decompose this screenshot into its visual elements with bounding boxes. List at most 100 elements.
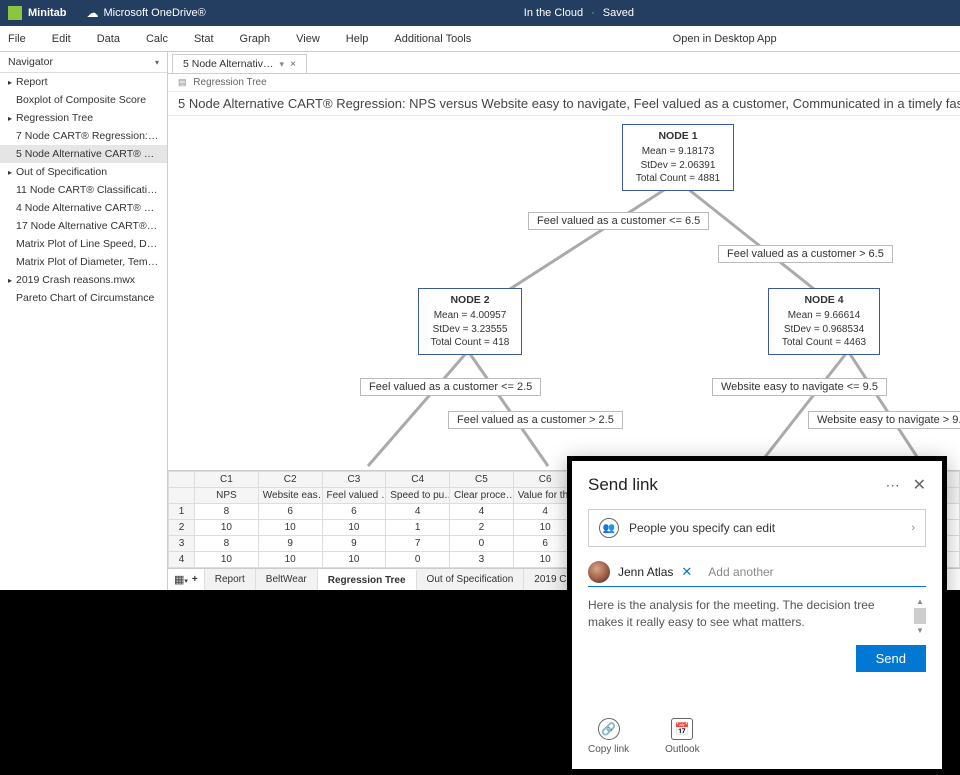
document-tab[interactable]: 5 Node Alternativ… ▾ × — [172, 54, 307, 73]
menu-view[interactable]: View — [296, 33, 320, 45]
column-header[interactable]: C4 — [386, 472, 450, 488]
cell[interactable]: 4 — [450, 504, 514, 520]
menu-help[interactable]: Help — [346, 33, 369, 45]
scroll-down-icon[interactable]: ▼ — [916, 626, 924, 635]
cell[interactable]: 2 — [450, 520, 514, 536]
cell[interactable]: 3 — [450, 552, 514, 568]
link-icon: 🔗 — [598, 718, 620, 740]
column-name[interactable]: Website eas… — [258, 488, 322, 504]
tree-node-1[interactable]: NODE 1 Mean = 9.18173 StDev = 2.06391 To… — [622, 124, 734, 191]
add-recipient-placeholder[interactable]: Add another — [708, 565, 773, 579]
sheet-tab-out-of-spec[interactable]: Out of Specification — [417, 569, 525, 590]
node-stdev: StDev = 2.06391 — [629, 159, 727, 173]
tree-node-2[interactable]: NODE 2 Mean = 4.00957 StDev = 3.23555 To… — [418, 288, 522, 355]
cell[interactable]: 10 — [195, 552, 259, 568]
split-label-6: Website easy to navigate > 9.5 — [808, 411, 960, 429]
menu-calc[interactable]: Calc — [146, 33, 168, 45]
node-mean: Mean = 4.00957 — [425, 309, 515, 323]
scroll-up-icon[interactable]: ▲ — [916, 597, 924, 606]
close-tab-icon[interactable]: × — [290, 58, 296, 70]
cell[interactable]: 8 — [195, 504, 259, 520]
column-header[interactable]: C3 — [322, 472, 386, 488]
cell[interactable]: 7 — [386, 536, 450, 552]
cell[interactable]: 10 — [258, 520, 322, 536]
add-sheet-icon[interactable]: + — [192, 574, 198, 585]
cell[interactable]: 6 — [322, 504, 386, 520]
column-header[interactable]: C2 — [258, 472, 322, 488]
navigator-item[interactable]: 4 Node Alternative CART® Classification… — [0, 199, 167, 217]
column-header[interactable] — [169, 472, 195, 488]
menu-file[interactable]: File — [8, 33, 26, 45]
cell[interactable]: 10 — [322, 520, 386, 536]
cell[interactable]: 10 — [322, 552, 386, 568]
navigator-item[interactable]: 11 Node CART® Classification: Target ver… — [0, 181, 167, 199]
navigator-item[interactable]: ▸Regression Tree — [0, 109, 167, 127]
column-name[interactable]: Speed to pu… — [386, 488, 450, 504]
column-header[interactable]: C5 — [450, 472, 514, 488]
outlook-button[interactable]: 📅 Outlook — [665, 718, 699, 755]
sheet-menu-icon[interactable]: ▦▾ — [174, 573, 188, 586]
navigator-item[interactable]: Matrix Plot of Line Speed, Diameter, Tem… — [0, 235, 167, 253]
navigator-dropdown-icon[interactable]: ▾ — [155, 58, 159, 67]
row-header[interactable]: 1 — [169, 504, 195, 520]
navigator-item[interactable]: ▸Report — [0, 73, 167, 91]
navigator-item[interactable]: 7 Node CART® Regression: NPS versus … — [0, 127, 167, 145]
tree-node-4[interactable]: NODE 4 Mean = 9.66614 StDev = 0.968534 T… — [768, 288, 880, 355]
cell[interactable]: 1 — [386, 520, 450, 536]
pin-icon[interactable]: ▾ — [279, 59, 284, 70]
outlook-label: Outlook — [665, 744, 699, 755]
split-label-2: Feel valued as a customer > 6.5 — [718, 245, 893, 263]
navigator-item[interactable]: Boxplot of Composite Score — [0, 91, 167, 109]
message-scrollbar[interactable]: ▲ ▼ — [914, 597, 926, 635]
cell[interactable]: 10 — [258, 552, 322, 568]
more-options-icon[interactable]: ⋯ — [886, 477, 901, 494]
cell[interactable]: 10 — [195, 520, 259, 536]
menu-graph[interactable]: Graph — [240, 33, 271, 45]
recipient-input[interactable]: Jenn Atlas ✕ Add another — [588, 561, 926, 587]
sheet-tab-beltwear[interactable]: BeltWear — [256, 569, 318, 590]
onedrive-indicator[interactable]: ☁ Microsoft OneDrive® — [87, 6, 206, 20]
remove-recipient-icon[interactable]: ✕ — [681, 564, 692, 580]
navigator-item[interactable]: ▸2019 Crash reasons.mwx — [0, 271, 167, 289]
tree-canvas[interactable]: NODE 1 Mean = 9.18173 StDev = 2.06391 To… — [168, 116, 960, 470]
sheet-tab-report[interactable]: Report — [205, 569, 256, 590]
navigator-item[interactable]: 17 Node Alternative CART® Classificatio… — [0, 217, 167, 235]
menu-additional-tools[interactable]: Additional Tools — [394, 33, 471, 45]
cell[interactable]: 9 — [258, 536, 322, 552]
node-mean: Mean = 9.18173 — [629, 145, 727, 159]
cell[interactable]: 0 — [386, 552, 450, 568]
row-header[interactable]: 2 — [169, 520, 195, 536]
column-header[interactable]: C1 — [195, 472, 259, 488]
avatar — [588, 561, 610, 583]
sheet-tab-regression-tree[interactable]: Regression Tree — [318, 569, 417, 590]
menu-stat[interactable]: Stat — [194, 33, 214, 45]
app-logo-icon — [8, 6, 22, 20]
column-name[interactable] — [169, 488, 195, 504]
menu-edit[interactable]: Edit — [52, 33, 71, 45]
node-stdev: StDev = 0.968534 — [775, 323, 873, 337]
permission-selector[interactable]: 👥 People you specify can edit › — [588, 509, 926, 547]
navigator-item[interactable]: ▸Out of Specification — [0, 163, 167, 181]
navigator-item[interactable]: Matrix Plot of Diameter, Temperature — [0, 253, 167, 271]
row-header[interactable]: 4 — [169, 552, 195, 568]
recipient-chip: Jenn Atlas — [618, 565, 673, 579]
menu-data[interactable]: Data — [97, 33, 120, 45]
navigator-item[interactable]: 5 Node Alternative CART® Regression: … — [0, 145, 167, 163]
cell[interactable]: 9 — [322, 536, 386, 552]
column-name[interactable]: Feel valued … — [322, 488, 386, 504]
copy-link-button[interactable]: 🔗 Copy link — [588, 718, 629, 755]
message-textarea[interactable]: Here is the analysis for the meeting. Th… — [588, 597, 908, 631]
row-header[interactable]: 3 — [169, 536, 195, 552]
cell[interactable]: 6 — [258, 504, 322, 520]
cell[interactable]: 0 — [450, 536, 514, 552]
close-dialog-icon[interactable]: ✕ — [913, 475, 926, 495]
column-name[interactable]: NPS — [195, 488, 259, 504]
send-button[interactable]: Send — [856, 645, 926, 672]
app-name: Minitab — [28, 7, 67, 19]
cell[interactable]: 8 — [195, 536, 259, 552]
node-stdev: StDev = 3.23555 — [425, 323, 515, 337]
navigator-item[interactable]: Pareto Chart of Circumstance — [0, 289, 167, 307]
column-name[interactable]: Clear proce… — [450, 488, 514, 504]
open-desktop-app-link[interactable]: Open in Desktop App — [673, 33, 777, 45]
cell[interactable]: 4 — [386, 504, 450, 520]
